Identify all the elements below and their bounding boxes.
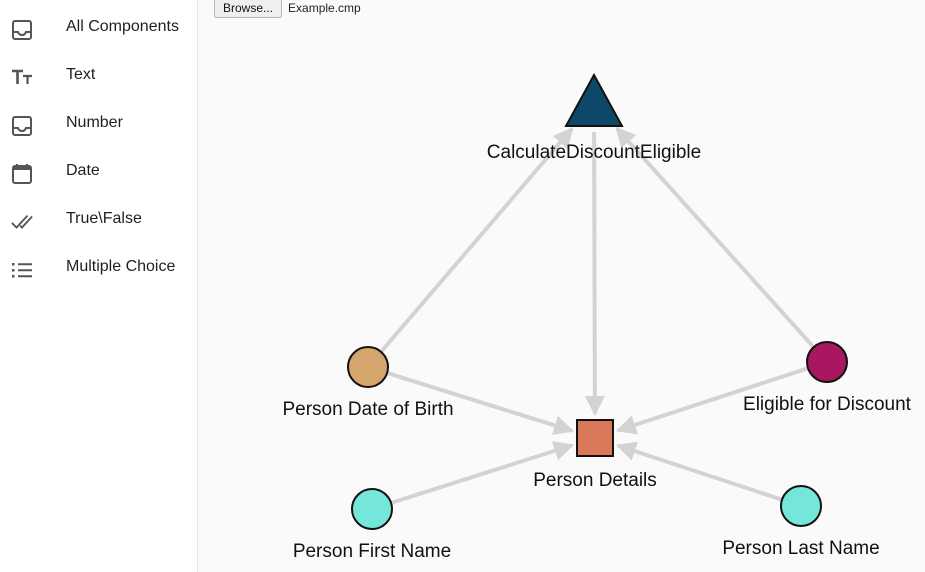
- calendar-icon: [11, 163, 33, 185]
- sidebar-item-date[interactable]: Date: [0, 149, 197, 197]
- sidebar-item-all-components[interactable]: All Components: [0, 5, 197, 53]
- node-label: CalculateDiscountEligible: [487, 142, 701, 163]
- component-sidebar: All Components Text Number Date True\Fal…: [0, 0, 198, 572]
- sidebar-item-number[interactable]: Number: [0, 101, 197, 149]
- node-dob[interactable]: Person Date of Birth: [282, 346, 454, 420]
- list-icon: [11, 259, 33, 281]
- node-label: Person Date of Birth: [282, 399, 453, 420]
- node-circle[interactable]: [780, 485, 822, 527]
- sidebar-item-label: Text: [66, 66, 96, 83]
- sidebar-item-label: Date: [66, 162, 100, 179]
- node-label: Person First Name: [293, 541, 451, 562]
- node-square[interactable]: [576, 419, 614, 457]
- sidebar-item-label: True\False: [66, 210, 142, 227]
- node-triangle[interactable]: [564, 72, 624, 127]
- sidebar-item-multiple-choice[interactable]: Multiple Choice: [0, 245, 197, 293]
- node-label: Person Last Name: [722, 538, 879, 559]
- text-format-icon: [11, 67, 33, 89]
- double-check-icon: [11, 211, 33, 233]
- node-circle[interactable]: [351, 488, 393, 530]
- sidebar-item-true-false[interactable]: True\False: [0, 197, 197, 245]
- node-elig[interactable]: Eligible for Discount: [743, 341, 912, 415]
- dependency-graph: CalculateDiscountEligible Person Date of …: [282, 72, 912, 562]
- node-calc[interactable]: CalculateDiscountEligible: [487, 72, 701, 163]
- node-last[interactable]: Person Last Name: [722, 485, 880, 559]
- node-circle[interactable]: [347, 346, 389, 388]
- inbox-icon: [11, 19, 33, 41]
- node-label: Eligible for Discount: [743, 394, 912, 415]
- sidebar-item-text[interactable]: Text: [0, 53, 197, 101]
- node-details[interactable]: Person Details: [533, 419, 657, 491]
- sidebar-item-label: Number: [66, 114, 123, 131]
- sidebar-item-label: Multiple Choice: [66, 258, 176, 275]
- graph-canvas[interactable]: Browse... Example.cmp CalculateDiscountE…: [198, 0, 925, 572]
- edge-calc-to-details: [584, 131, 605, 417]
- inbox-icon: [11, 115, 33, 137]
- graph-nodes: CalculateDiscountEligible Person Date of …: [282, 72, 912, 562]
- sidebar-item-label: All Components: [66, 18, 179, 35]
- node-first[interactable]: Person First Name: [293, 488, 451, 562]
- node-circle[interactable]: [806, 341, 848, 383]
- node-label: Person Details: [533, 470, 657, 491]
